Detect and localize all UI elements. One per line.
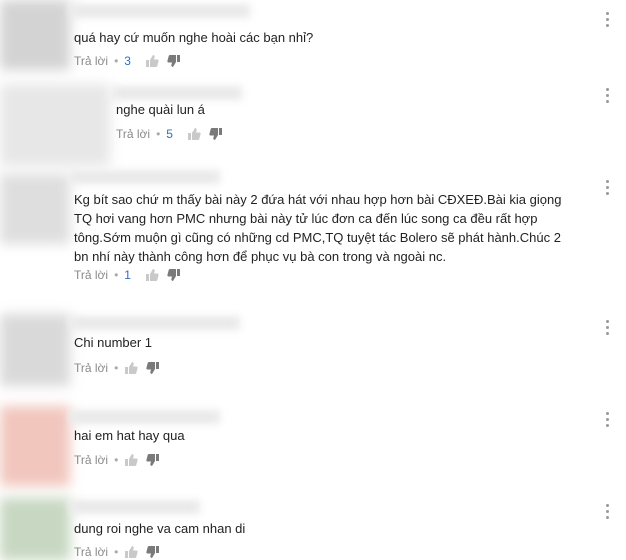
thumbs-down-icon[interactable] (146, 453, 160, 467)
thumbs-down-icon[interactable] (146, 361, 160, 375)
separator-dot: • (114, 361, 119, 375)
thumbs-down-icon[interactable] (209, 127, 223, 141)
author-name (70, 316, 240, 330)
separator-dot: • (114, 54, 119, 68)
reply-button[interactable]: Trả lời (74, 54, 108, 68)
comment-actions: Trả lời • (74, 361, 168, 375)
thumbs-down-icon[interactable] (146, 545, 160, 559)
avatar (0, 0, 70, 70)
separator-dot: • (114, 545, 119, 559)
comment-text: nghe quài lun á (116, 102, 205, 117)
more-vert-icon[interactable] (606, 412, 610, 427)
comment-actions: Trả lời • (74, 545, 168, 559)
thumbs-up-icon[interactable] (124, 453, 138, 467)
avatar (0, 406, 70, 486)
avatar (0, 498, 70, 560)
author-name (70, 170, 220, 184)
author-name (112, 86, 242, 100)
comment-text: Kg bít sao chứ m thấy bài này 2 đứa hát … (74, 192, 562, 264)
reply-button[interactable]: Trả lời (74, 268, 108, 282)
avatar (0, 84, 110, 166)
thumbs-down-icon[interactable] (167, 268, 181, 282)
comment-actions: Trả lời • (74, 453, 168, 467)
thumbs-up-icon[interactable] (124, 545, 138, 559)
thumbs-up-icon[interactable] (145, 268, 159, 282)
comment-text: hai em hat hay qua (74, 428, 185, 443)
comment-3: Kg bít sao chứ m thấy bài này 2 đứa hát … (0, 170, 626, 314)
separator-dot: • (156, 127, 161, 141)
comment-text: dung roi nghe va cam nhan di (74, 521, 246, 536)
comment-1: quá hay cứ muốn nghe hoài các bạn nhỉ? T… (0, 0, 626, 82)
more-vert-icon[interactable] (606, 88, 610, 103)
author-name (70, 410, 220, 424)
like-count: 3 (124, 54, 131, 68)
comment-text: quá hay cứ muốn nghe hoài các bạn nhỉ? (74, 30, 314, 45)
comment-5: hai em hat hay qua Trả lời • (0, 406, 626, 498)
thumbs-up-icon[interactable] (187, 127, 201, 141)
avatar (0, 314, 70, 386)
comment-actions: Trả lời • 1 (74, 268, 189, 282)
thumbs-up-icon[interactable] (145, 54, 159, 68)
reply-button[interactable]: Trả lời (74, 361, 108, 375)
like-count: 1 (124, 268, 131, 282)
reply-button[interactable]: Trả lời (74, 453, 108, 467)
comment-4: Chi number 1 Trả lời • (0, 314, 626, 406)
author-name (70, 4, 250, 18)
comment-actions: Trả lời • 3 (74, 54, 189, 68)
more-vert-icon[interactable] (606, 320, 610, 335)
comment-6: dung roi nghe va cam nhan di Trả lời • (0, 498, 626, 560)
reply-button[interactable]: Trả lời (116, 127, 150, 141)
comment-text: Chi number 1 (74, 335, 153, 350)
separator-dot: • (114, 268, 119, 282)
separator-dot: • (114, 453, 119, 467)
thumbs-down-icon[interactable] (167, 54, 181, 68)
more-vert-icon[interactable] (606, 504, 610, 519)
more-vert-icon[interactable] (606, 12, 610, 27)
author-name (70, 500, 200, 514)
more-vert-icon[interactable] (606, 180, 610, 195)
thumbs-up-icon[interactable] (124, 361, 138, 375)
like-count: 5 (166, 127, 173, 141)
comment-2: nghe quài lun á Trả lời • 5 (0, 82, 626, 174)
avatar (0, 174, 70, 244)
comment-actions: Trả lời • 5 (116, 127, 231, 141)
reply-button[interactable]: Trả lời (74, 545, 108, 559)
